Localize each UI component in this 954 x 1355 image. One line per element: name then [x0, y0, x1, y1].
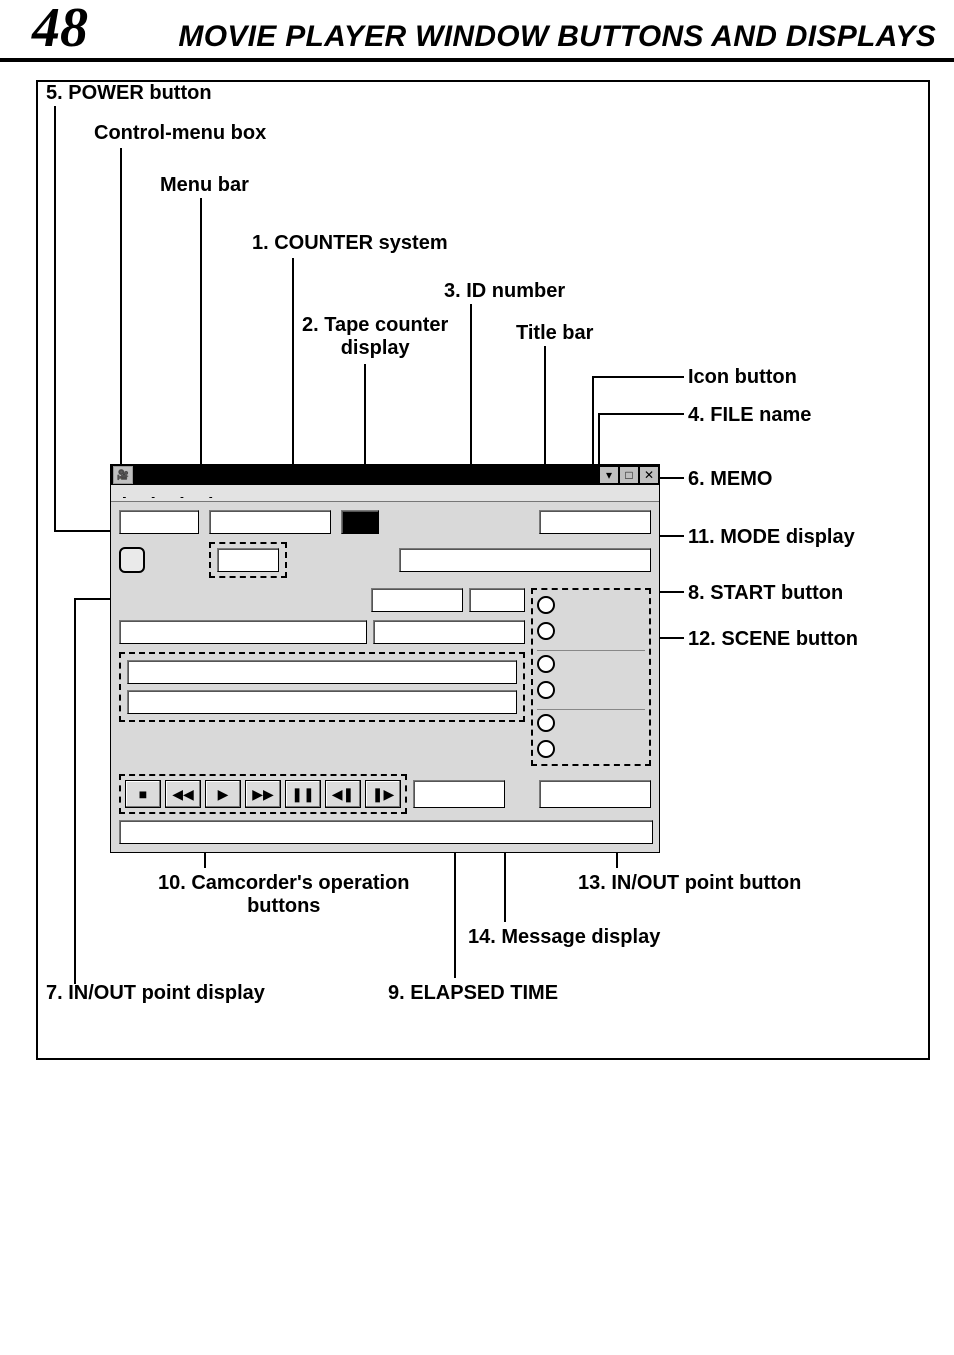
message-display-box	[119, 820, 653, 844]
control-menu-box[interactable]: 🎥	[113, 466, 133, 484]
leader	[592, 376, 594, 464]
counter-group	[209, 542, 287, 578]
radio-icon[interactable]	[537, 681, 555, 699]
menu-item[interactable]	[209, 488, 212, 499]
leader	[200, 198, 202, 482]
leader	[292, 258, 294, 492]
label-title-bar: Title bar	[516, 322, 593, 345]
id-number-box	[341, 510, 379, 534]
leader	[544, 346, 546, 468]
title-bar: 🎥 ▾ □ ✕	[111, 465, 659, 485]
inout-point-button[interactable]	[539, 780, 651, 808]
rewind-button[interactable]: ◀◀	[165, 780, 201, 808]
label-memo: 6. MEMO	[688, 468, 772, 491]
label-control-menu: Control-menu box	[94, 122, 266, 145]
counter-system-box	[119, 510, 199, 534]
label-icon-button: Icon button	[688, 366, 797, 389]
start-button-box[interactable]	[373, 620, 525, 644]
leader	[120, 148, 122, 466]
scene-button-group	[531, 588, 651, 766]
menu-item[interactable]	[152, 488, 155, 499]
start-display	[119, 620, 367, 644]
pause-button[interactable]: ❚❚	[285, 780, 321, 808]
label-start-button: 8. START button	[688, 582, 843, 605]
page-title: MOVIE PLAYER WINDOW BUTTONS AND DISPLAYS	[120, 9, 936, 65]
label-camcorder-ops: 10. Camcorder's operation buttons	[158, 872, 410, 918]
mode-aux-box	[469, 588, 525, 612]
ffwd-button[interactable]: ▶▶	[245, 780, 281, 808]
menu-bar[interactable]	[111, 485, 659, 502]
leader	[592, 376, 684, 378]
label-inout-display: 7. IN/OUT point display	[46, 982, 265, 1005]
play-button[interactable]: ▶	[205, 780, 241, 808]
page-header: 48 MOVIE PLAYER WINDOW BUTTONS AND DISPL…	[0, 0, 954, 62]
elapsed-time-box	[413, 780, 505, 808]
label-scene-button: 12. SCENE button	[688, 628, 858, 651]
leader	[74, 598, 76, 984]
maximize-icon[interactable]: □	[619, 466, 639, 484]
label-menu-bar: Menu bar	[160, 174, 249, 197]
label-mode-display: 11. MODE display	[688, 526, 855, 549]
label-inout-button: 13. IN/OUT point button	[578, 872, 801, 895]
radio-icon[interactable]	[537, 622, 555, 640]
leader	[54, 106, 56, 530]
camcorder-op-buttons: ■ ◀◀ ▶ ▶▶ ❚❚ ◀❚ ❚▶	[119, 774, 407, 814]
label-elapsed-time: 9. ELAPSED TIME	[388, 982, 558, 1005]
radio-icon[interactable]	[537, 740, 555, 758]
mode-display-box	[371, 588, 463, 612]
power-button[interactable]	[119, 547, 145, 573]
tape-counter-box	[209, 510, 331, 534]
memo-box[interactable]	[399, 548, 651, 572]
close-icon[interactable]: ✕	[639, 466, 659, 484]
leader	[74, 598, 114, 600]
movie-player-window: 🎥 ▾ □ ✕	[110, 464, 660, 853]
label-power: 5. POWER button	[46, 82, 212, 105]
page-number: 48	[32, 0, 88, 56]
leader	[658, 477, 684, 479]
radio-icon[interactable]	[537, 655, 555, 673]
label-file-name: 4. FILE name	[688, 404, 811, 427]
menu-item[interactable]	[181, 488, 184, 499]
leader	[470, 304, 472, 490]
menu-item[interactable]	[123, 488, 126, 499]
step-back-button[interactable]: ◀❚	[325, 780, 361, 808]
step-fwd-button[interactable]: ❚▶	[365, 780, 401, 808]
radio-icon[interactable]	[537, 714, 555, 732]
diagram-frame: 5. POWER button Control-menu box Menu ba…	[36, 80, 930, 1060]
label-message-display: 14. Message display	[468, 926, 660, 949]
file-name-box	[539, 510, 651, 534]
label-counter-system: 1. COUNTER system	[252, 232, 448, 255]
inout-point-display	[119, 652, 525, 722]
label-tape-counter: 2. Tape counter display	[302, 314, 448, 360]
minimize-icon[interactable]: ▾	[599, 466, 619, 484]
leader	[54, 530, 114, 532]
leader	[598, 413, 684, 415]
stop-button[interactable]: ■	[125, 780, 161, 808]
label-id-number: 3. ID number	[444, 280, 565, 303]
radio-icon[interactable]	[537, 596, 555, 614]
